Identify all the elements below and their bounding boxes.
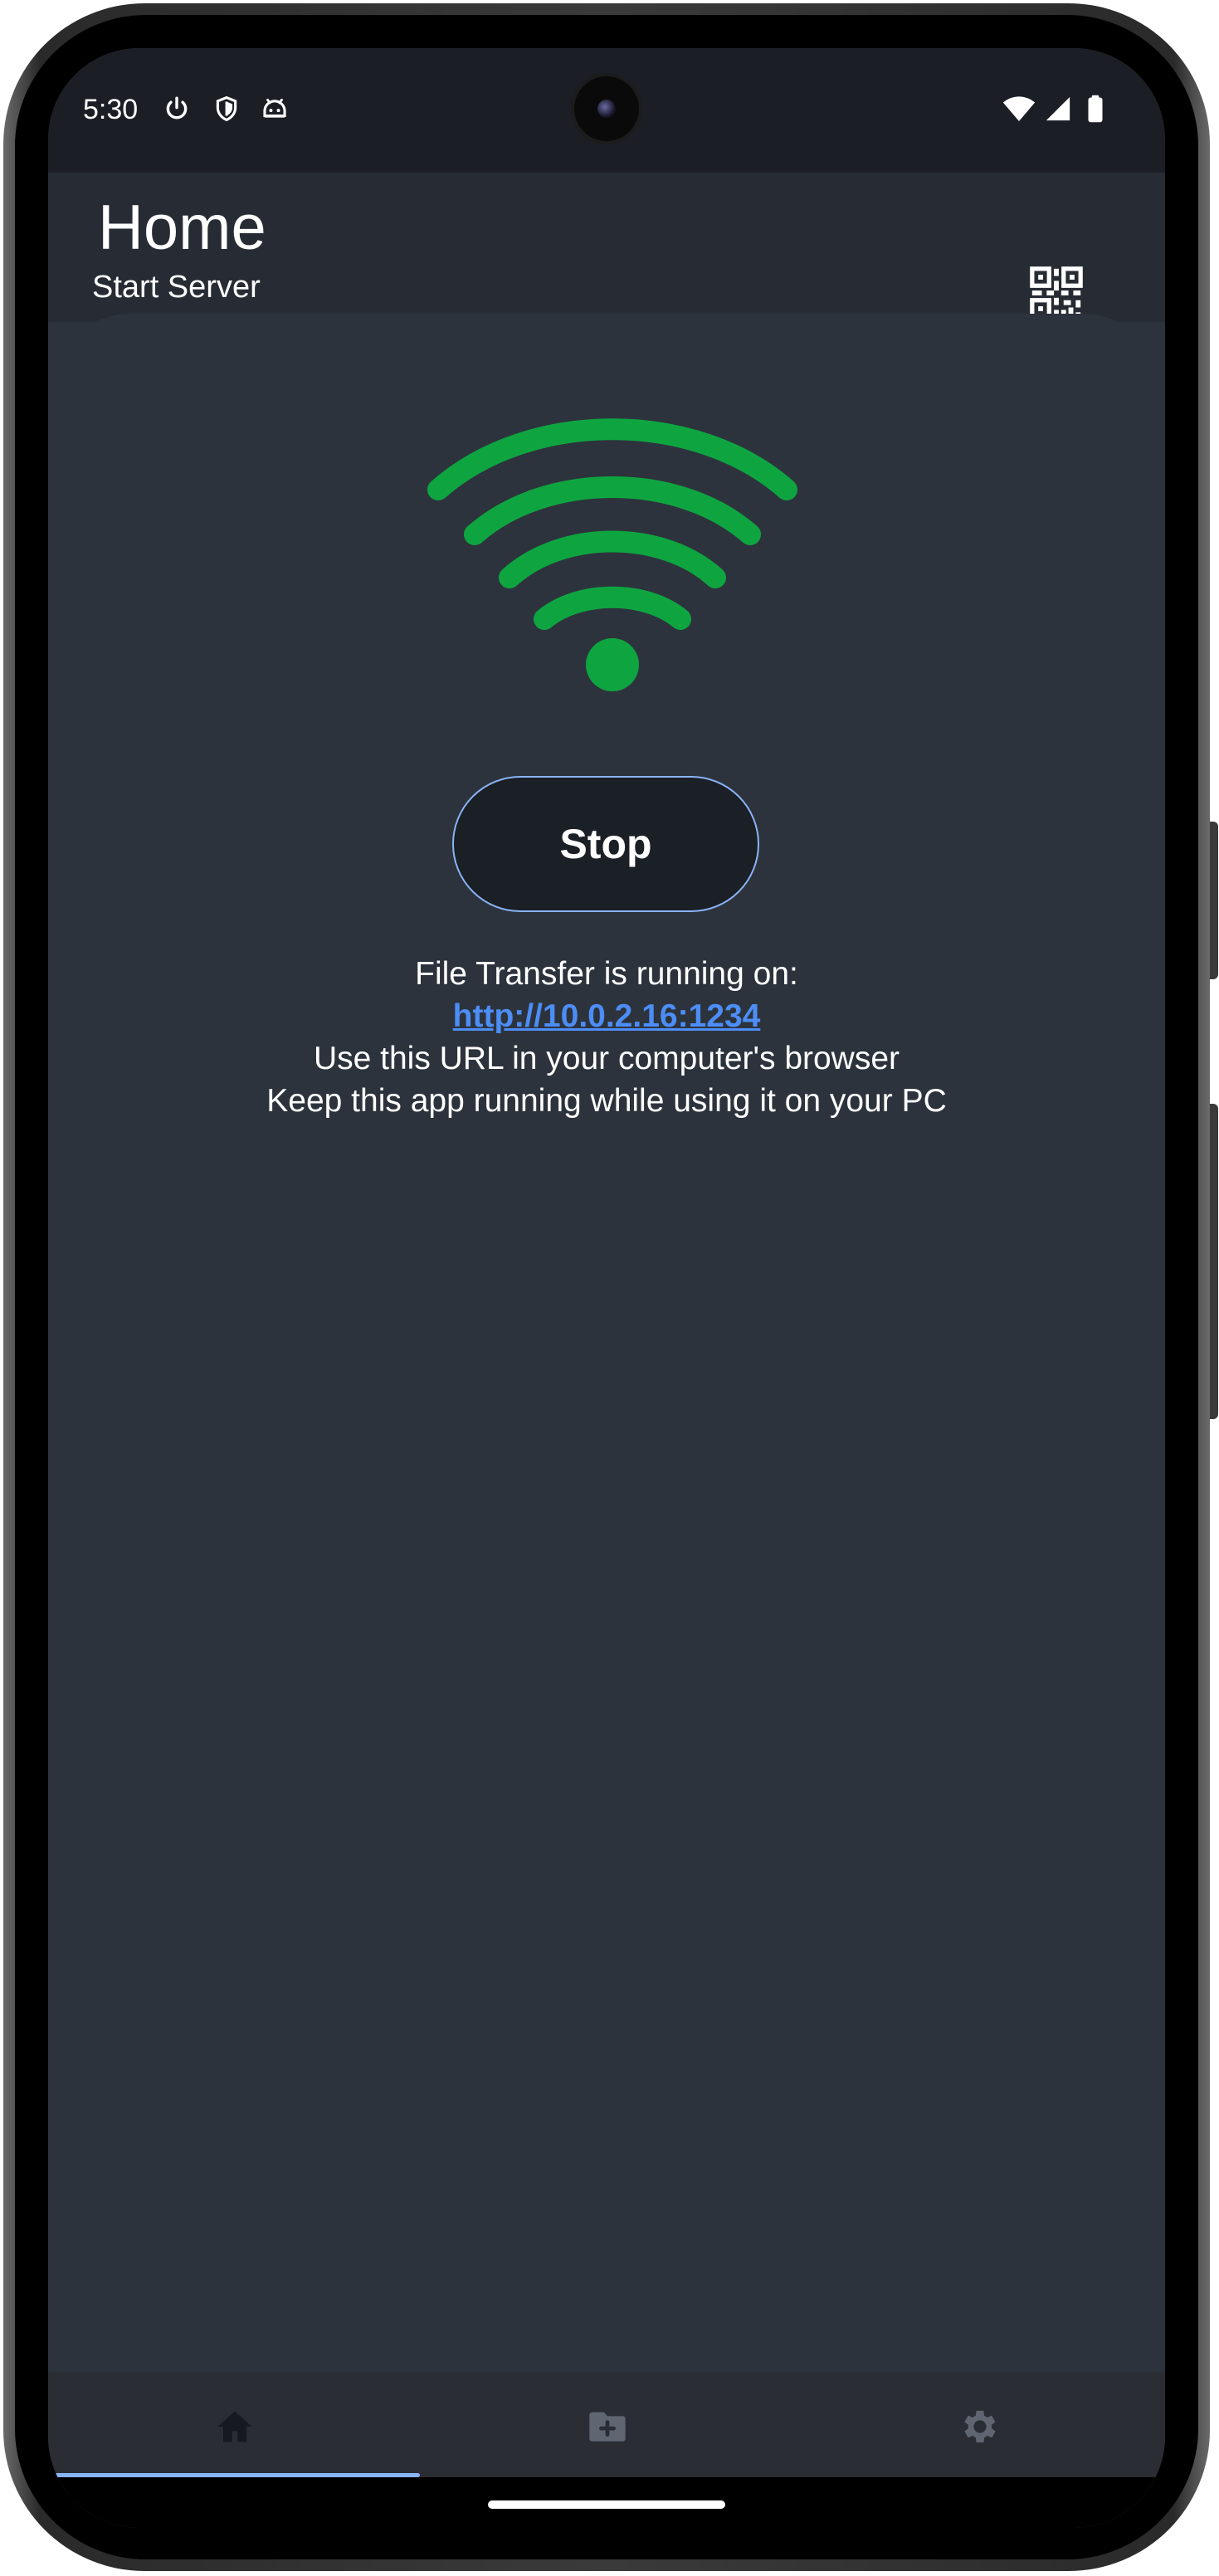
nav-item-files[interactable] bbox=[421, 2372, 792, 2475]
power-button bbox=[1210, 1104, 1218, 1419]
status-time: 5:30 bbox=[83, 94, 139, 125]
status-bar: 5:30 bbox=[48, 48, 1165, 173]
nav-item-settings[interactable] bbox=[793, 2372, 1165, 2475]
nav-item-home[interactable] bbox=[48, 2372, 420, 2477]
server-url-link[interactable]: http://10.0.2.16:1234 bbox=[453, 998, 761, 1034]
app-bar: Home Start Server bbox=[48, 173, 1165, 322]
shield-icon bbox=[216, 95, 237, 122]
cell-signal-icon bbox=[1046, 96, 1070, 121]
server-info: File Transfer is running on: http://10.0… bbox=[48, 953, 1165, 1122]
power-icon bbox=[166, 96, 188, 120]
instruction-text-browser: Use this URL in your computer's browser bbox=[313, 1041, 900, 1076]
gesture-handle[interactable] bbox=[488, 2500, 725, 2509]
wifi-icon bbox=[427, 418, 797, 691]
front-camera bbox=[571, 73, 642, 144]
android-icon bbox=[263, 98, 286, 118]
settings-icon bbox=[964, 2410, 996, 2443]
screen: 5:30 Home Start Server Stop File Transfe… bbox=[48, 48, 1165, 2528]
volume-button bbox=[1210, 822, 1218, 979]
instruction-text-keep-running: Keep this app running while using it on … bbox=[266, 1083, 947, 1119]
stop-server-button[interactable]: Stop bbox=[452, 776, 759, 912]
create-folder-icon bbox=[589, 2412, 626, 2442]
wifi-signal-icon bbox=[1002, 96, 1036, 121]
page-title: Home bbox=[98, 193, 266, 263]
home-icon bbox=[217, 2411, 252, 2442]
page-subtitle: Start Server bbox=[92, 270, 261, 305]
running-text: File Transfer is running on: bbox=[415, 956, 798, 992]
battery-icon bbox=[1088, 95, 1103, 123]
